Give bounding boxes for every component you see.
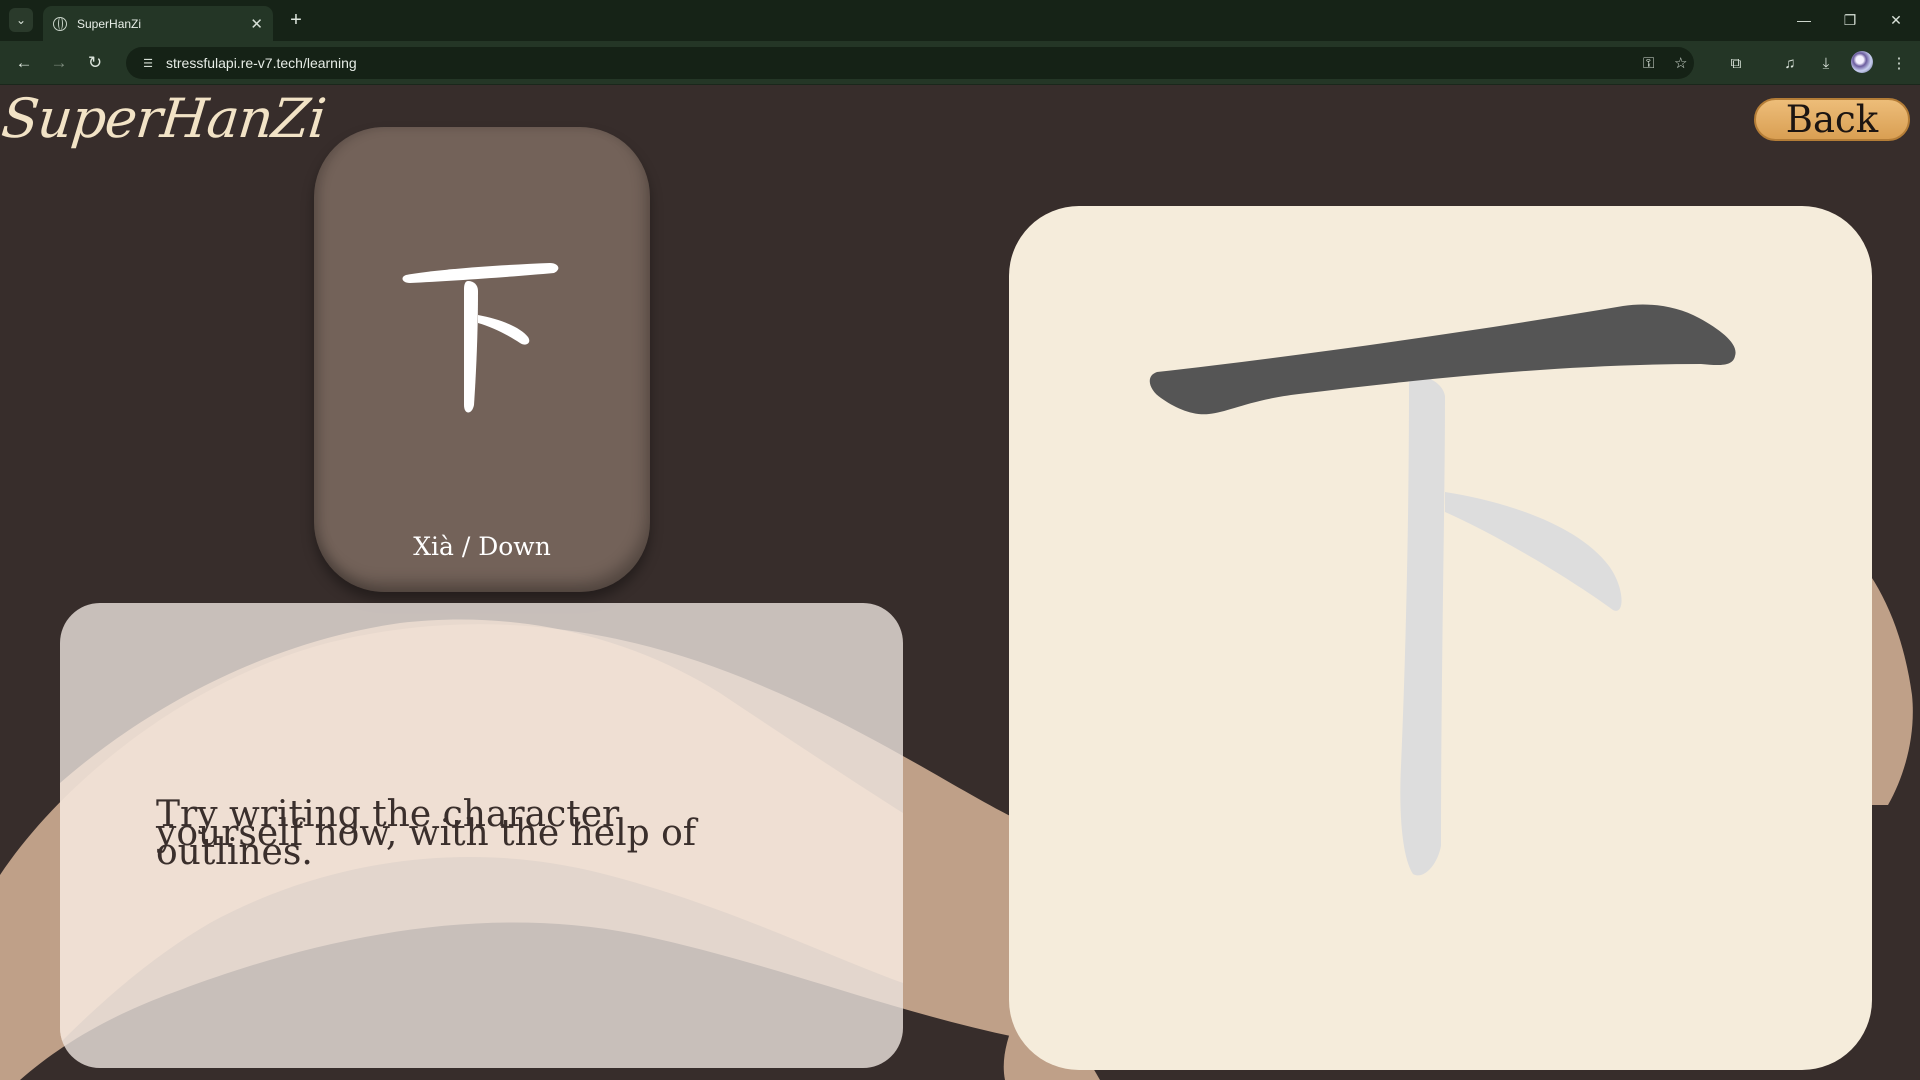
menu-dots-icon[interactable]: ⋮ [1887,51,1911,75]
site-info-icon[interactable]: ☰ [140,55,156,71]
forward-arrow-icon[interactable]: → [44,49,74,77]
media-control-icon[interactable]: ♫ [1778,51,1802,75]
outline-stroke-2 [1400,376,1445,876]
minimize-button[interactable]: — [1782,6,1826,34]
pinyin-meaning-label: Xià / Down [413,532,551,561]
profile-avatar[interactable] [1851,51,1873,73]
tab-title: SuperHanZi [77,16,142,31]
bookmark-star-icon[interactable]: ☆ [1674,47,1687,79]
instructions-panel: Try writing the character yourself now, … [60,603,903,1068]
browser-toolbar: ← → ↻ ☰ stressfulapi.re-v7.tech/learning… [0,41,1920,85]
restore-button[interactable]: ❐ [1828,6,1872,34]
writing-board[interactable] [1009,206,1872,1070]
character-glyph [402,263,559,413]
outline-stroke-3 [1445,492,1622,611]
superhanzi-logo[interactable]: SuperHanZi [0,87,328,150]
character-card: Xià / Down [314,127,650,592]
close-tab-icon[interactable]: ✕ [250,15,263,33]
tab-search-button[interactable]: ⌄ [9,8,33,32]
new-tab-button[interactable]: + [283,7,309,33]
download-icon[interactable]: ⤓ [1814,51,1838,75]
back-arrow-icon[interactable]: ← [9,49,39,77]
close-window-button[interactable]: ✕ [1874,6,1918,34]
url-text: stressfulapi.re-v7.tech/learning [166,55,357,71]
password-key-icon[interactable]: ⚿ [1643,47,1654,79]
globe-icon [53,16,67,31]
browser-tab[interactable]: SuperHanZi ✕ [43,6,273,41]
reload-icon[interactable]: ↻ [80,49,110,77]
page-content: SuperHanZi Back Xià / Down Try writing t… [0,85,1920,1080]
character-outline [1149,304,1736,876]
extensions-icon[interactable]: ⧉ [1724,51,1748,75]
browser-tab-strip: ⌄ SuperHanZi ✕ + — ❐ ✕ [0,0,1920,41]
address-bar[interactable]: ☰ stressfulapi.re-v7.tech/learning ⚿ ☆ [126,47,1694,79]
instruction-text: Try writing the character yourself now, … [156,794,697,873]
back-button[interactable]: Back [1754,98,1910,141]
